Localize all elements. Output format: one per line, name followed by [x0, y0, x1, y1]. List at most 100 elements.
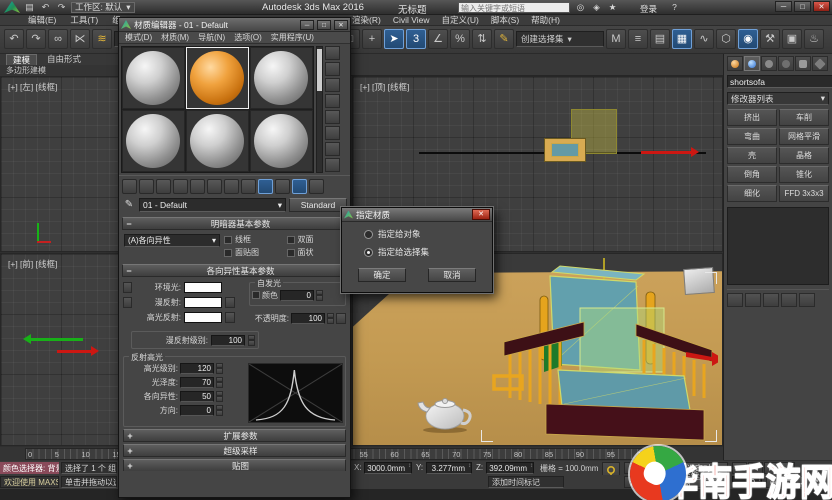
- configure-modifier-sets-icon[interactable]: [799, 293, 815, 307]
- modifier-button[interactable]: 倒角: [727, 166, 777, 183]
- opacity-field[interactable]: 100: [291, 312, 325, 324]
- backlight-icon[interactable]: [325, 62, 340, 76]
- spinner-field[interactable]: 50: [180, 390, 214, 402]
- menu-item[interactable]: 工具(T): [70, 15, 98, 26]
- viewport-label[interactable]: [+] [前] [线框]: [8, 258, 57, 270]
- sample-slot[interactable]: [122, 110, 185, 172]
- spinner-field[interactable]: 70: [180, 376, 214, 388]
- menu-item[interactable]: 编辑(E): [28, 15, 56, 26]
- menu-item[interactable]: 模式(D): [125, 32, 152, 43]
- specular-color-swatch[interactable]: [184, 312, 222, 323]
- radio-icon-selected[interactable]: [364, 247, 373, 257]
- render-production-icon[interactable]: ♨: [804, 29, 824, 49]
- material-name-dropdown[interactable]: 01 - Default ▾: [139, 198, 286, 212]
- radio-icon[interactable]: [364, 229, 373, 239]
- menu-item[interactable]: Civil View: [393, 15, 430, 26]
- menu-item[interactable]: 脚本(S): [491, 15, 519, 26]
- tab-create-icon[interactable]: [727, 56, 743, 71]
- material-editor-titlebar[interactable]: 材质编辑器 - 01 - Default ─ □ ✕: [119, 18, 350, 32]
- redo-button[interactable]: ↷: [26, 29, 46, 49]
- rendered-frame-window-icon[interactable]: ▣: [782, 29, 802, 49]
- ambient-color-swatch[interactable]: [184, 282, 222, 293]
- spinner-arrows[interactable]: [216, 362, 223, 374]
- 3dsmax-logo-icon[interactable]: [4, 1, 20, 13]
- shader-type-dropdown[interactable]: (A)各向异性 ▾: [124, 234, 220, 247]
- tab-motion-icon[interactable]: [778, 56, 794, 71]
- modifier-button[interactable]: 网格平滑: [779, 128, 829, 145]
- show-end-result-icon[interactable]: [745, 293, 761, 307]
- viewport-label[interactable]: [+] [顶] [线框]: [360, 81, 409, 93]
- infocenter-search[interactable]: [458, 2, 570, 13]
- minimize-button[interactable]: ─: [300, 19, 314, 30]
- object-name-field[interactable]: [727, 75, 832, 88]
- pick-material-eyedropper-icon[interactable]: ✎: [122, 198, 136, 212]
- menu-item[interactable]: 选项(O): [234, 32, 262, 43]
- spinner-field[interactable]: 0: [180, 404, 214, 416]
- slot-scrollbar[interactable]: [316, 46, 323, 173]
- show-end-result-icon[interactable]: [275, 179, 290, 194]
- make-unique-icon[interactable]: [763, 293, 779, 307]
- mirror-icon[interactable]: M: [606, 29, 626, 49]
- search-icon[interactable]: ◎: [574, 2, 587, 13]
- viewport-left[interactable]: [+] [左] [线框]: [0, 76, 120, 252]
- selfillum-value-field[interactable]: 0: [280, 289, 314, 301]
- lock-ambient-diffuse-icon[interactable]: [123, 282, 132, 293]
- ok-button[interactable]: 确定: [358, 268, 406, 282]
- save-icon[interactable]: ▤: [23, 1, 36, 13]
- material-editor-icon[interactable]: ◉: [738, 29, 758, 49]
- move-gizmo-red-arrow[interactable]: [57, 346, 99, 356]
- shader-checkbox[interactable]: 面贴图: [224, 247, 283, 258]
- tab-hierarchy-icon[interactable]: [761, 56, 777, 71]
- shader-checkbox[interactable]: 双面: [286, 234, 346, 245]
- menu-item[interactable]: 自定义(U): [442, 15, 479, 26]
- rollout-header-shader[interactable]: − 明暗器基本参数: [122, 217, 347, 230]
- viewport-label[interactable]: [+] [左] [线框]: [8, 81, 57, 93]
- curve-editor-icon[interactable]: ∿: [694, 29, 714, 49]
- axis-red-arrow[interactable]: [641, 147, 699, 157]
- rollout-header-params[interactable]: − 各向异性基本参数: [122, 264, 347, 277]
- diffuse-level-field[interactable]: 100: [211, 334, 245, 346]
- macro-recorder-line[interactable]: 颜色选择器: 背景: [0, 462, 59, 474]
- rollout-header[interactable]: + 超级采样: [123, 444, 346, 457]
- remove-modifier-icon[interactable]: [781, 293, 797, 307]
- options-icon[interactable]: [325, 142, 340, 156]
- spinner-arrows[interactable]: [216, 404, 223, 416]
- undo-button[interactable]: ↶: [4, 29, 24, 49]
- pin-stack-icon[interactable]: [727, 293, 743, 307]
- assign-to-selection-icon[interactable]: [156, 179, 171, 194]
- bind-to-spacewarp-icon[interactable]: ≋: [92, 29, 112, 49]
- spinner-arrows[interactable]: [316, 289, 323, 301]
- sample-uv-tiling-icon[interactable]: [325, 94, 340, 108]
- keyboard-override-icon[interactable]: ✎: [494, 29, 514, 49]
- x-coord-field[interactable]: 3000.0mm: [364, 462, 412, 474]
- opacity-map-button[interactable]: [336, 312, 346, 324]
- modifier-button[interactable]: 挤出: [727, 109, 777, 126]
- percent-snap-icon[interactable]: %: [450, 29, 470, 49]
- angle-snap-icon[interactable]: ∠: [428, 29, 448, 49]
- teapot-object[interactable]: [415, 390, 477, 434]
- tab-utilities-icon[interactable]: [812, 56, 828, 71]
- modifier-button[interactable]: 车削: [779, 109, 829, 126]
- tab-modify-icon[interactable]: [744, 56, 760, 71]
- schematic-view-icon[interactable]: ⬡: [716, 29, 736, 49]
- select-and-link-icon[interactable]: ∞: [48, 29, 68, 49]
- modifier-stack[interactable]: [727, 207, 829, 285]
- menu-item[interactable]: 材质(M): [161, 32, 189, 43]
- spinner-field[interactable]: 120: [180, 362, 214, 374]
- material-type-button[interactable]: Standard: [289, 198, 347, 212]
- maximize-button[interactable]: □: [794, 1, 811, 12]
- spinner-arrows[interactable]: [248, 334, 255, 346]
- sample-type-icon[interactable]: [325, 46, 340, 60]
- modifier-list-dropdown[interactable]: 修改器列表 ▾: [727, 92, 829, 105]
- menu-item[interactable]: 实用程序(U): [271, 32, 314, 43]
- go-to-parent-icon[interactable]: [292, 179, 307, 194]
- menu-item[interactable]: 渲染(R): [352, 15, 381, 26]
- select-by-material-icon[interactable]: [325, 158, 340, 172]
- rollout-header[interactable]: + 贴图: [123, 459, 346, 471]
- ribbon-panel-polygon-modeling[interactable]: 多边形建模: [0, 65, 122, 76]
- put-to-library-icon[interactable]: [224, 179, 239, 194]
- select-object-icon[interactable]: ➤: [384, 29, 404, 49]
- spinner-arrows[interactable]: [216, 390, 223, 402]
- reset-map-icon[interactable]: [173, 179, 188, 194]
- go-forward-sibling-icon[interactable]: [309, 179, 324, 194]
